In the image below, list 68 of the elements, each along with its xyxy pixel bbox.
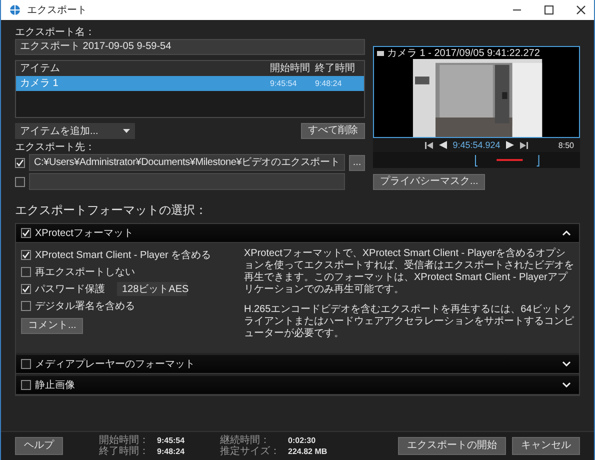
column-header: アイテム	[20, 62, 61, 76]
preview-title: カメラ 1 - 2017/09/05 9:41:22.272	[387, 47, 540, 60]
playback-speed: 8:50	[558, 140, 574, 150]
chevron-icon	[562, 361, 571, 367]
chevron-icon	[562, 230, 571, 236]
checkbox[interactable]	[21, 380, 31, 390]
remove-all-button[interactable]: すべて削除	[301, 123, 365, 139]
stat-value: 9:48:24	[157, 446, 186, 457]
table-row[interactable]: カメラ 1 9:45:54 9:48:24	[16, 76, 364, 91]
format-section-header[interactable]: 静止画像	[16, 376, 579, 395]
comment-button[interactable]: コメント...	[21, 318, 84, 334]
skip-back-icon[interactable]	[424, 142, 433, 148]
description-text: XProtectフォーマットで、XProtect Smart Client - Playerを含めるオプションを使ってエクスポートすれば、受信者はエクスポートされたビデオを再生できます。このフォーマットは、XProtect Smart Client - Playerアプリケーションでのみ再生可能です。	[244, 248, 574, 296]
stat-value: 0:02:30	[288, 435, 317, 446]
browse-button[interactable]: ...	[349, 154, 365, 170]
checkbox[interactable]	[21, 359, 31, 369]
section-label: 静止画像	[35, 378, 75, 392]
play-icon[interactable]	[506, 141, 514, 149]
stat-value: 9:45:54	[157, 435, 186, 446]
footer-button[interactable]: キャンセル	[512, 437, 580, 455]
stat-label: 継続時間：	[220, 435, 271, 446]
export-name-field[interactable]: エクスポート 2017-09-05 9-59-54	[15, 39, 365, 55]
destination-path-field[interactable]: C:¥Users¥Administrator¥Documents¥Milestone¥ビデオのエクスポート	[29, 154, 345, 171]
stat-label: 終了時間：	[99, 446, 149, 457]
format-section-header[interactable]: XProtectフォーマット	[16, 224, 579, 243]
timeline-drawing[interactable]	[373, 152, 580, 168]
encryption-dropdown[interactable]: 128ビットAES	[117, 282, 187, 296]
window-title: エクスポート	[27, 4, 87, 17]
privacy-mask-button[interactable]: プライバシーマスク...	[373, 174, 486, 190]
checkbox[interactable]	[21, 250, 31, 260]
maximize-icon[interactable]	[544, 5, 554, 15]
option-label: デジタル署名を含める	[35, 300, 135, 313]
table-cell-text: カメラ 1	[20, 77, 60, 91]
stat-label: 推定サイズ：	[220, 446, 280, 457]
column-header: 開始時間	[270, 62, 311, 76]
step-back-icon[interactable]	[438, 141, 447, 149]
camera-icon	[377, 50, 384, 56]
help-button[interactable]: ヘルプ	[15, 437, 63, 455]
footer-button[interactable]: エクスポートの開始	[398, 437, 506, 455]
close-icon[interactable]	[576, 5, 586, 15]
stat-label: 開始時間：	[99, 435, 149, 446]
playback-time: 9:45:54.924	[452, 140, 500, 150]
add-item-dropdown[interactable]: アイテムを追加...	[15, 123, 135, 139]
checkbox[interactable]	[21, 267, 31, 277]
caret-icon	[123, 129, 130, 133]
checkbox[interactable]	[21, 284, 31, 294]
checkbox[interactable]	[21, 301, 31, 311]
checkbox[interactable]	[15, 176, 25, 186]
option-label: 再エクスポートしない	[35, 266, 135, 279]
format-section-header[interactable]: メディアプレーヤーのフォーマット	[16, 355, 579, 374]
checkbox[interactable]	[15, 158, 25, 168]
column-header: 終了時間	[315, 62, 356, 76]
section-label: メディアプレーヤーのフォーマット	[35, 358, 195, 371]
option-label: パスワード保護	[35, 282, 105, 296]
skip-forward-icon[interactable]	[520, 142, 528, 148]
app-logo-icon	[9, 4, 21, 16]
description-text: H.265エンコードビデオを含むエクスポートを再生するには、64ビットクライアントまたはハードウェアアクセラレーションをサポートするコンピューターが必要です。	[244, 304, 574, 340]
section-label: XProtectフォーマット	[35, 227, 134, 240]
field-label: エクスポート名：	[15, 26, 96, 39]
checkbox[interactable]	[21, 228, 31, 238]
chevron-icon	[562, 382, 571, 388]
table-cell-text: 9:45:54	[270, 78, 298, 90]
section-title: エクスポートフォーマットの選択：	[15, 202, 208, 219]
field-label: エクスポート先：	[15, 141, 96, 154]
destination-path-field[interactable]	[29, 173, 345, 190]
table-cell-text: 9:48:24	[315, 78, 343, 90]
option-label: XProtect Smart Client - Player を含める	[35, 248, 212, 262]
stat-value: 224.82 MB	[288, 446, 328, 457]
